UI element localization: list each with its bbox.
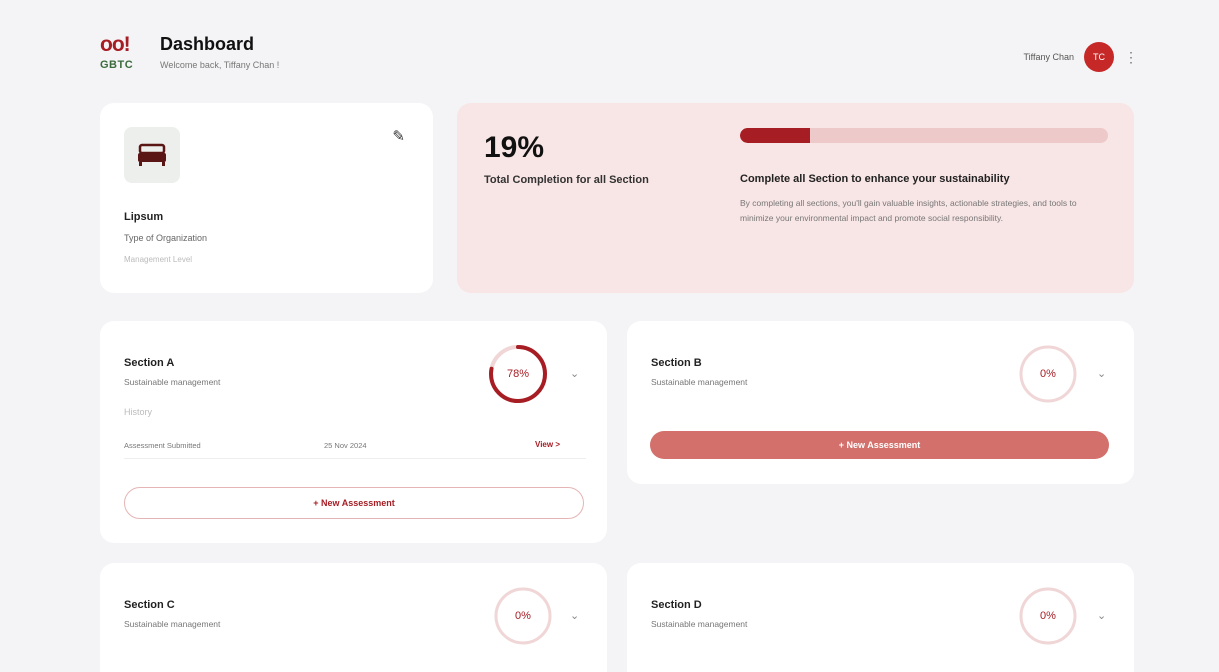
completion-cta-title: Complete all Section to enhance your sus… [740, 173, 1010, 185]
section-subtitle: Sustainable management [124, 619, 221, 629]
section-subtitle: Sustainable management [651, 619, 748, 629]
total-completion-percent: 19% [484, 131, 545, 164]
total-completion-label: Total Completion for all Section [484, 174, 649, 186]
history-status: Assessment Submitted [124, 441, 201, 450]
section-card-b: Section B Sustainable management 0% ⌄ + … [627, 321, 1134, 484]
progress-ring: 0% [1017, 343, 1079, 405]
new-assessment-button[interactable]: + New Assessment [650, 431, 1109, 459]
completion-progress-bar [740, 128, 1108, 143]
organization-name: Lipsum [124, 211, 164, 223]
more-options-icon[interactable]: ⋮ [1124, 49, 1138, 66]
section-title: Section C [124, 599, 175, 611]
organization-type: Type of Organization [124, 233, 208, 243]
progress-ring-label: 0% [1040, 368, 1056, 380]
view-link[interactable]: View > [535, 440, 560, 449]
user-name[interactable]: Tiffany Chan [1023, 52, 1074, 62]
chevron-down-icon[interactable]: ⌄ [1097, 609, 1106, 622]
chevron-down-icon[interactable]: ⌄ [1097, 367, 1106, 380]
logo-text: GBTC [100, 59, 134, 71]
page-title: Dashboard [160, 34, 255, 54]
section-subtitle: Sustainable management [124, 377, 221, 387]
chevron-down-icon[interactable]: ⌄ [570, 367, 579, 380]
new-assessment-button[interactable]: + New Assessment [124, 487, 584, 519]
management-level: Management Level [124, 255, 193, 264]
section-title: Section A [124, 357, 175, 369]
section-title: Section B [651, 357, 702, 369]
completion-progress-fill [740, 128, 810, 143]
chevron-down-icon[interactable]: ⌄ [570, 609, 579, 622]
gbtc-logo[interactable]: oo! GBTC [100, 34, 146, 76]
logo-mark: oo! [100, 33, 131, 56]
section-card-c: Section C Sustainable management 0% ⌄ [100, 563, 607, 672]
header: oo! GBTC Dashboard Welcome back, Tiffany… [100, 30, 1138, 78]
user-menu: Tiffany Chan TC ⋮ [1023, 42, 1138, 72]
avatar[interactable]: TC [1084, 42, 1114, 72]
progress-ring-label: 78% [506, 368, 530, 380]
progress-ring-label: 0% [515, 610, 531, 622]
welcome-message: Welcome back, Tiffany Chan ! [160, 60, 280, 70]
section-card-a: Section A Sustainable management 78% ⌄ H… [100, 321, 607, 543]
history-row: Assessment Submitted 25 Nov 2024 View > [124, 431, 586, 459]
completion-card: 19% Total Completion for all Section Com… [457, 103, 1134, 293]
section-card-d: Section D Sustainable management 0% ⌄ [627, 563, 1134, 672]
edit-icon[interactable]: ✎ [392, 127, 405, 145]
progress-ring: 0% [492, 585, 554, 647]
bed-icon [124, 127, 180, 183]
progress-ring: 78% [487, 343, 549, 405]
history-date: 25 Nov 2024 [324, 441, 367, 450]
organization-card: ✎ Lipsum Type of Organization Management… [100, 103, 433, 293]
section-title: Section D [651, 599, 702, 611]
progress-ring-label: 0% [1040, 610, 1056, 622]
completion-cta-body: By completing all sections, you'll gain … [740, 198, 1077, 223]
section-subtitle: Sustainable management [651, 377, 748, 387]
progress-ring: 0% [1017, 585, 1079, 647]
history-label: History [124, 407, 153, 417]
